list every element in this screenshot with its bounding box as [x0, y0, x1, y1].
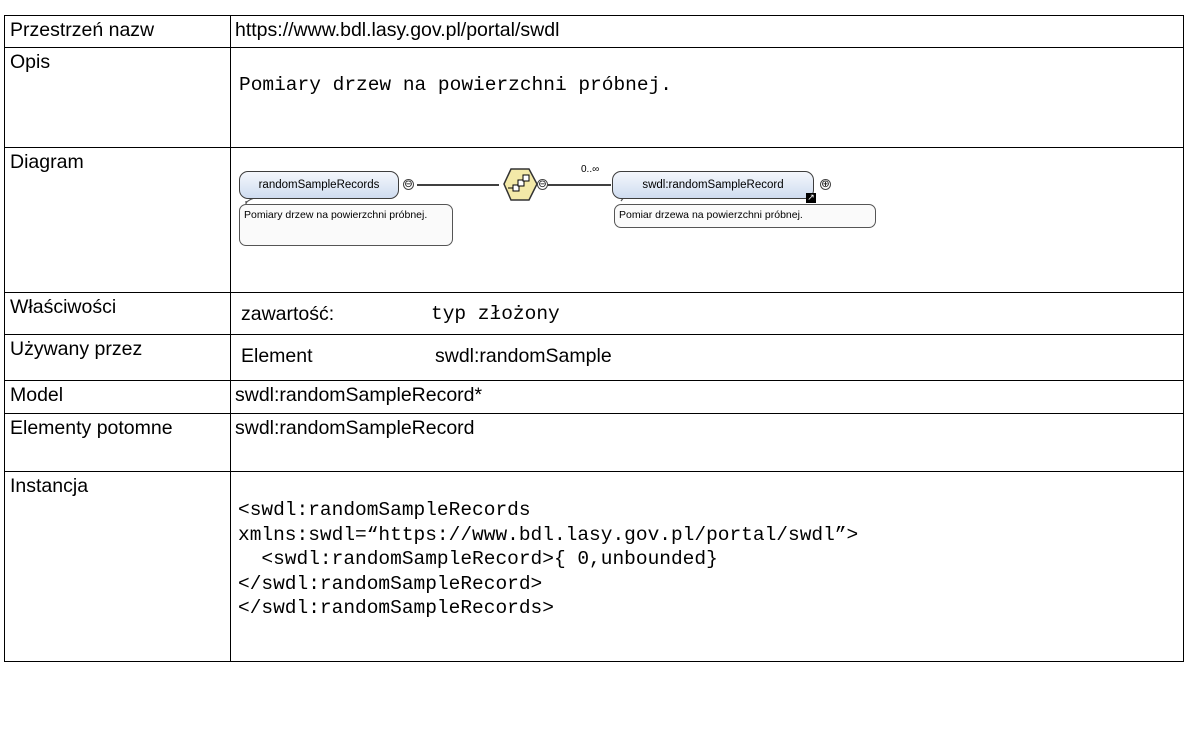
occurrence-label: 0..∞	[581, 164, 600, 175]
children-value[interactable]: swdl:randomSampleRecord	[230, 413, 1184, 472]
used-by-cell: Element swdl:randomSample	[230, 334, 1184, 381]
used-by-kind: Element	[241, 345, 313, 367]
root-annotation: Pomiary drzew na powierzchni próbnej.	[239, 204, 453, 246]
instance-label: Instancja	[4, 471, 231, 662]
instance-cell: <swdl:randomSampleRecords xmlns:swdl=“ht…	[230, 471, 1184, 662]
row-model: Model swdl:randomSampleRecord*	[4, 380, 1184, 414]
row-properties: Właściwości zawartość: typ złożony	[4, 292, 1184, 335]
row-children: Elementy potomne swdl:randomSampleRecord	[4, 413, 1184, 472]
diagram: randomSampleRecords ⊖ ⊖ 0..∞ swdl:random…	[231, 148, 1183, 262]
used-by-label: Używany przez	[4, 334, 231, 381]
child-annotation: Pomiar drzewa na powierzchni próbnej.	[614, 204, 876, 228]
root-element-name: randomSampleRecords	[258, 179, 380, 191]
diagram-cell: randomSampleRecords ⊖ ⊖ 0..∞ swdl:random…	[230, 147, 1184, 293]
property-value: typ złożony	[431, 303, 560, 325]
collapse-icon[interactable]: ⊖	[403, 179, 414, 190]
row-used-by: Używany przez Element swdl:randomSample	[4, 334, 1184, 381]
row-diagram: Diagram randomSampleRecords ⊖ ⊖ 0..∞ swd…	[4, 147, 1184, 293]
row-namespace: Przestrzeń nazw https://www.bdl.lasy.gov…	[4, 15, 1184, 48]
properties-label: Właściwości	[4, 292, 231, 335]
child-element-name: swdl:randomSampleRecord	[642, 179, 784, 191]
namespace-label: Przestrzeń nazw	[4, 15, 231, 48]
description-label: Opis	[4, 47, 231, 148]
used-by-element-link[interactable]: swdl:randomSample	[435, 345, 612, 368]
diagram-label: Diagram	[4, 147, 231, 293]
child-element-node[interactable]: swdl:randomSampleRecord	[612, 171, 814, 199]
property-key: zawartość:	[241, 303, 335, 325]
root-element-node[interactable]: randomSampleRecords	[239, 171, 399, 199]
used-by-content: Element swdl:randomSample	[231, 335, 1183, 368]
description-value: Pomiary drzew na powierzchni próbnej.	[239, 74, 672, 96]
children-label: Elementy potomne	[4, 413, 231, 472]
properties-cell: zawartość: typ złożony	[230, 292, 1184, 335]
model-label: Model	[4, 380, 231, 414]
property-content: zawartość: typ złożony	[231, 293, 1183, 326]
sequence-collapse-icon[interactable]: ⊖	[537, 179, 548, 190]
row-description: Opis Pomiary drzew na powierzchni próbne…	[4, 47, 1184, 148]
description-cell: Pomiary drzew na powierzchni próbnej.	[230, 47, 1184, 148]
schema-doc-table: Przestrzeń nazw https://www.bdl.lasy.gov…	[4, 15, 1184, 662]
cropped-heading-fragment	[448, 0, 608, 6]
row-instance: Instancja <swdl:randomSampleRecords xmln…	[4, 471, 1184, 662]
namespace-value: https://www.bdl.lasy.gov.pl/portal/swdl	[230, 15, 1184, 48]
model-value[interactable]: swdl:randomSampleRecord*	[230, 380, 1184, 414]
reference-arrow-icon: ↗	[806, 193, 816, 203]
instance-code: <swdl:randomSampleRecords xmlns:swdl=“ht…	[238, 499, 859, 619]
expand-icon[interactable]: ⊕	[820, 179, 831, 190]
